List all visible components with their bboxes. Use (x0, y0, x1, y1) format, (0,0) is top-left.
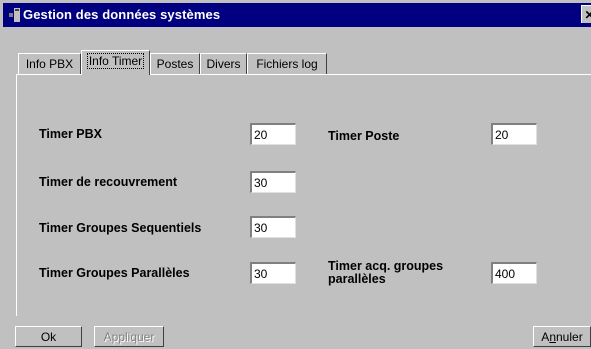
cancel-label-suffix: nuler (556, 330, 583, 344)
tab-label: Fichiers log (256, 57, 318, 71)
timer-pbx-input[interactable] (250, 123, 296, 145)
tab-panel-info-timer: Timer PBX Timer Poste Timer de recouvrem… (16, 74, 591, 316)
dialog-window: Gestion des données systèmes ✕ Info PBX … (0, 0, 591, 349)
tab-label: Postes (156, 57, 194, 71)
tab-postes[interactable]: Postes (150, 53, 200, 74)
tab-label: Info PBX (25, 57, 74, 71)
timer-recouvrement-label: Timer de recouvrement (39, 175, 178, 189)
cancel-button[interactable]: Annuler (533, 326, 591, 347)
tab-label: Info Timer (86, 53, 145, 69)
timer-groupes-paralleles-input[interactable] (250, 262, 296, 284)
tab-info-timer[interactable]: Info Timer (81, 50, 150, 75)
app-icon (9, 8, 20, 22)
timer-poste-input[interactable] (491, 123, 537, 145)
tab-divers[interactable]: Divers (200, 53, 247, 74)
close-button[interactable]: ✕ (581, 5, 591, 23)
cancel-label-mnemonic: n (549, 330, 556, 344)
tab-fichiers-log[interactable]: Fichiers log (247, 53, 327, 74)
window-title: Gestion des données systèmes (23, 7, 221, 22)
timer-acq-groupes-paralleles-label: Timer acq. groupes parallèles (328, 259, 444, 286)
timer-poste-label: Timer Poste (328, 129, 400, 143)
tab-info-pbx[interactable]: Info PBX (18, 53, 81, 74)
timer-pbx-label: Timer PBX (39, 127, 102, 141)
tab-label: Divers (206, 57, 241, 71)
timer-acq-groupes-paralleles-input[interactable] (491, 262, 537, 284)
apply-button[interactable]: Appliquer (94, 326, 164, 347)
timer-groupes-sequentiels-input[interactable] (250, 216, 296, 238)
ok-button[interactable]: Ok (15, 326, 82, 347)
title-bar[interactable]: Gestion des données systèmes ✕ (3, 3, 591, 27)
timer-groupes-paralleles-label: Timer Groupes Parallèles (39, 266, 190, 280)
timer-recouvrement-input[interactable] (250, 171, 296, 193)
timer-groupes-sequentiels-label: Timer Groupes Sequentiels (39, 221, 202, 235)
